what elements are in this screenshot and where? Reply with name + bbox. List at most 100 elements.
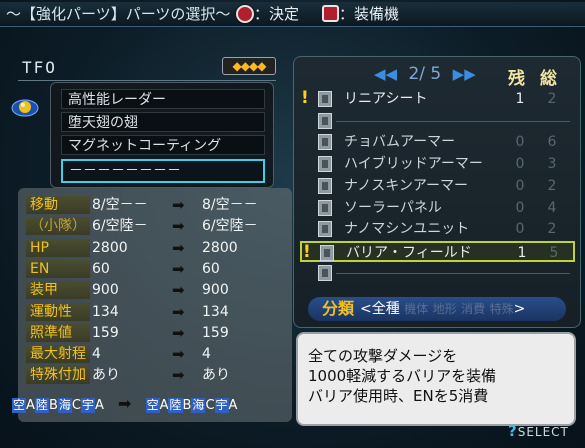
stat-row: 特殊付加 あり ➡ あり bbox=[26, 365, 288, 385]
description-panel: 全ての攻撃ダメージを 1000軽減するバリアを装備 バリア使用時、ENを5消費 bbox=[296, 332, 576, 426]
terrain-key: 海 bbox=[57, 398, 72, 413]
stat-label: 特殊付加 bbox=[26, 366, 90, 385]
col-remaining-header: 残 bbox=[508, 69, 525, 89]
stat-label: 移動 bbox=[26, 196, 90, 214]
select-button-icon: ? bbox=[508, 422, 518, 440]
terrain-grade: B bbox=[48, 398, 58, 413]
terrain-key: 宇 bbox=[214, 398, 229, 413]
equipped-slot-1[interactable]: 高性能レーダー bbox=[61, 89, 265, 109]
equipped-slot-2[interactable]: 堕天翅の翅 bbox=[61, 112, 265, 132]
stat-before-value: 900 bbox=[92, 282, 119, 299]
item-total: 5 bbox=[549, 244, 559, 261]
square-button-icon bbox=[322, 5, 339, 22]
part-chip-icon bbox=[318, 221, 332, 238]
equipped-parts-panel: 高性能レーダー 堕天翅の翅 マグネットコーティング －－－－－－－－ bbox=[50, 82, 274, 188]
part-chip-icon bbox=[318, 264, 332, 281]
item-name: バリア・フィールド bbox=[346, 244, 472, 261]
category-bar[interactable]: 分類 <全種 機体 地形 消費 特殊> bbox=[308, 297, 566, 321]
category-option[interactable]: 地形 bbox=[433, 302, 457, 316]
unit-emblem-icon bbox=[11, 99, 39, 117]
arrow-right-icon: ➡ bbox=[172, 259, 185, 278]
arrow-right-icon: ➡ bbox=[172, 281, 185, 300]
terrain-grade: A bbox=[94, 398, 104, 413]
stat-label: 運動性 bbox=[26, 302, 90, 321]
description-line: 1000軽減するバリアを装備 bbox=[308, 367, 497, 385]
unit-name: TFO bbox=[22, 58, 57, 77]
page-nav: ◀◀ 2/ 5 ▶▶ bbox=[374, 64, 476, 84]
terrain-grade: A bbox=[159, 398, 169, 413]
category-option[interactable]: 特殊 bbox=[490, 302, 514, 316]
category-next-icon[interactable]: > bbox=[514, 301, 526, 317]
page-prev-icon[interactable]: ◀◀ bbox=[374, 65, 397, 83]
category-option[interactable]: 機体 bbox=[404, 302, 428, 316]
equipped-slot-4[interactable]: －－－－－－－－ bbox=[61, 159, 265, 183]
stat-before-value: 159 bbox=[92, 324, 119, 341]
terrain-before: 空A陸B海C宇A bbox=[12, 398, 104, 413]
item-name: ハイブリッドアーマー bbox=[344, 156, 483, 173]
stat-label: EN bbox=[26, 259, 90, 278]
terrain-grade: C bbox=[205, 398, 215, 413]
stat-label: 装甲 bbox=[26, 281, 90, 300]
new-flag-icon: ! bbox=[303, 241, 311, 262]
stat-row: 装甲 900 ➡ 900 bbox=[26, 280, 288, 300]
item-remaining: 1 bbox=[517, 244, 527, 261]
list-item[interactable]: ナノスキンアーマー 0 2 bbox=[300, 176, 575, 197]
terrain-key: 空 bbox=[145, 398, 160, 413]
screen-title: 〜【強化パーツ】パーツの選択〜 bbox=[6, 5, 231, 23]
arrow-right-icon: ➡ bbox=[172, 238, 185, 257]
item-remaining: 0 bbox=[515, 221, 525, 238]
stat-row: EN 60 ➡ 60 bbox=[26, 259, 288, 279]
list-item[interactable]: ナノマシンユニット 0 2 bbox=[300, 219, 575, 240]
part-chip-icon bbox=[318, 91, 332, 107]
page-next-icon[interactable]: ▶▶ bbox=[453, 65, 476, 83]
list-item[interactable]: ハイブリッドアーマー 0 3 bbox=[300, 154, 575, 175]
item-total: 6 bbox=[547, 134, 557, 151]
stat-after-value: 60 bbox=[202, 260, 220, 277]
item-remaining: 1 bbox=[515, 91, 525, 107]
part-chip-icon bbox=[318, 177, 332, 194]
divider bbox=[18, 80, 276, 81]
list-item[interactable] bbox=[300, 263, 575, 284]
item-remaining: 0 bbox=[515, 134, 525, 151]
confirm-hint: ：決定 bbox=[236, 2, 299, 26]
stat-after-value: 4 bbox=[202, 346, 211, 363]
terrain-arrow-icon: ➡ bbox=[118, 394, 132, 413]
list-item[interactable]: チョバムアーマー 0 6 bbox=[300, 132, 575, 153]
stat-row: 運動性 134 ➡ 134 bbox=[26, 302, 288, 322]
page-indicator: 2/ 5 bbox=[408, 64, 442, 84]
category-label: 分類 bbox=[322, 299, 355, 318]
item-total: 2 bbox=[547, 221, 557, 238]
stat-before-value: あり bbox=[92, 367, 120, 384]
terrain-key: 陸 bbox=[34, 398, 49, 413]
terrain-key: 宇 bbox=[80, 398, 95, 413]
list-item[interactable]: ! リニアシート 1 2 bbox=[300, 88, 575, 110]
stat-row: 移動 8/空－－ ➡ 8/空－－ bbox=[26, 195, 288, 215]
list-item[interactable] bbox=[300, 111, 575, 132]
confirm-hint-label: ：決定 bbox=[254, 5, 300, 23]
equipped-slot-3[interactable]: マグネットコーティング bbox=[61, 135, 265, 155]
arrow-right-icon: ➡ bbox=[172, 323, 185, 342]
terrain-row: 空A陸B海C宇A ➡ 空A陸B海C宇A bbox=[12, 394, 237, 413]
col-total-header: 総 bbox=[540, 69, 557, 89]
select-label: SELECT bbox=[517, 425, 569, 439]
terrain-grade: B bbox=[182, 398, 192, 413]
category-selected[interactable]: 全種 bbox=[372, 301, 400, 317]
stat-before-value: 60 bbox=[92, 260, 110, 277]
list-item[interactable]: ! バリア・フィールド 1 5 bbox=[300, 240, 575, 262]
stat-label: 照準値 bbox=[26, 323, 90, 342]
list-item[interactable]: ソーラーパネル 0 4 bbox=[300, 198, 575, 219]
stat-before-value: 8/空－－ bbox=[92, 197, 148, 213]
stat-after-value: 8/空－－ bbox=[202, 197, 258, 213]
arrow-right-icon: ➡ bbox=[172, 196, 185, 214]
stat-before-value: 4 bbox=[92, 346, 101, 363]
category-option[interactable]: 消費 bbox=[461, 302, 485, 316]
part-chip-icon bbox=[318, 199, 332, 216]
part-chip-icon bbox=[320, 244, 334, 261]
stat-row: HP 2800 ➡ 2800 bbox=[26, 238, 288, 258]
terrain-key: 海 bbox=[191, 398, 206, 413]
header-bar: 〜【強化パーツ】パーツの選択〜 ：決定 ：装備機 bbox=[0, 2, 585, 27]
stat-row: 最大射程 4 ➡ 4 bbox=[26, 344, 288, 364]
circle-button-icon bbox=[236, 4, 254, 23]
category-prev-icon[interactable]: < bbox=[360, 301, 372, 317]
equip-hint-label: ：装備機 bbox=[339, 5, 400, 23]
